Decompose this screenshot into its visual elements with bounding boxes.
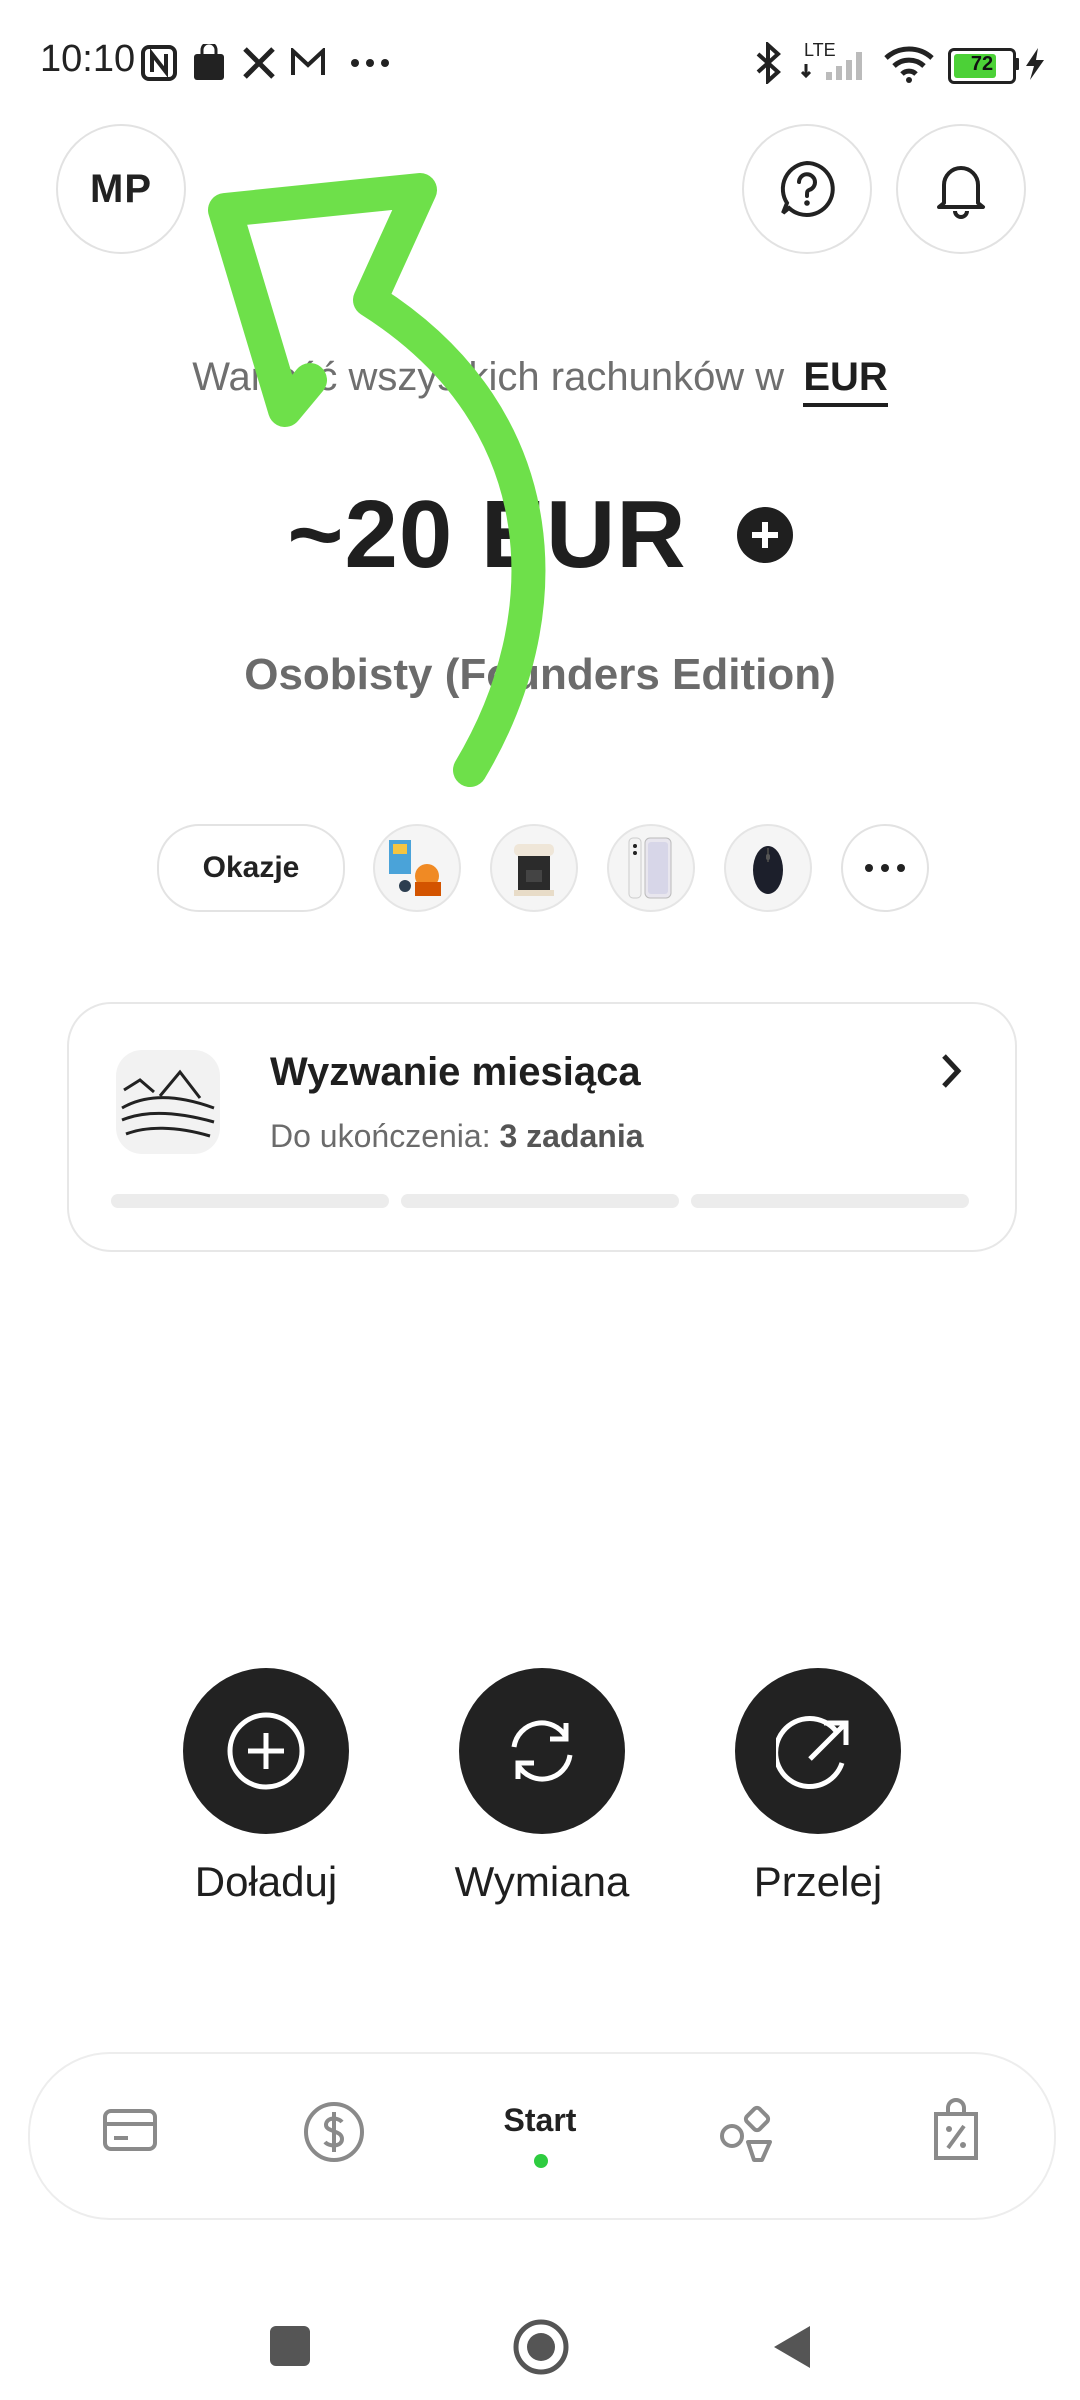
avatar-button[interactable]: MP	[56, 124, 186, 254]
status-time: 10:10	[40, 38, 136, 80]
transfer-button[interactable]	[735, 1668, 901, 1834]
more-icon	[351, 59, 389, 67]
coffee-machine-product[interactable]	[490, 824, 578, 912]
challenge-progress-segment	[691, 1194, 969, 1208]
total-value-label: Wartość wszystkich rachunków w EUR	[0, 355, 1080, 407]
offers-chip[interactable]: Okazje	[157, 824, 345, 912]
bell-icon	[937, 166, 985, 219]
avatar-initials: MP	[90, 166, 152, 211]
exchange-button[interactable]	[459, 1668, 625, 1834]
chevron-right-icon[interactable]	[938, 1052, 964, 1090]
challenge-title: Wyzwanie miesiąca	[270, 1050, 641, 1094]
transfer-label: Przelej	[753, 1858, 883, 1905]
balance-row: ~20 EUR	[0, 480, 1080, 590]
mail-icon	[291, 48, 325, 75]
shapes-icon[interactable]	[718, 2102, 778, 2164]
challenge-illustration	[116, 1050, 220, 1154]
dollar-icon[interactable]	[302, 2100, 366, 2164]
currency-selector[interactable]: EUR	[803, 355, 888, 407]
home-button[interactable]	[512, 2318, 570, 2376]
help-circle-icon	[780, 160, 835, 217]
challenge-progress-segment	[401, 1194, 679, 1208]
plus-circle-icon	[227, 1712, 305, 1790]
refresh-icon	[511, 1720, 573, 1782]
battery-icon: 72	[948, 48, 1016, 84]
challenge-progress-segment	[111, 1194, 389, 1208]
balance-amount: ~20 EUR	[287, 481, 687, 588]
more-icon	[865, 864, 905, 872]
mouse-product[interactable]	[724, 824, 812, 912]
discount-tag-icon[interactable]	[930, 2098, 982, 2164]
challenge-subtitle: Do ukończenia: 3 zadania	[270, 1118, 644, 1155]
send-icon	[776, 1716, 849, 1789]
help-button[interactable]	[742, 124, 872, 254]
x-icon	[243, 47, 275, 79]
charging-icon	[1026, 48, 1044, 80]
account-name[interactable]: Osobisty (Founders Edition)	[0, 650, 1080, 700]
smartphone-product[interactable]	[607, 824, 695, 912]
add-account-icon[interactable]	[736, 507, 793, 563]
notifications-button[interactable]	[896, 124, 1026, 254]
lego-product[interactable]	[373, 824, 461, 912]
wifi-icon	[884, 46, 934, 83]
card-icon[interactable]	[102, 2108, 158, 2152]
top-up-button[interactable]	[183, 1668, 349, 1834]
bluetooth-icon	[756, 42, 781, 84]
more-offers-button[interactable]	[841, 824, 929, 912]
battery-tip	[1014, 58, 1019, 70]
challenge-subtitle-value: 3 zadania	[499, 1118, 644, 1154]
total-value-text: Wartość wszystkich rachunków w	[192, 355, 785, 399]
top-up-label: Doładuj	[194, 1858, 338, 1905]
back-button[interactable]	[772, 2324, 812, 2370]
exchange-label: Wymiana	[454, 1858, 630, 1905]
shopping-bag-icon	[194, 44, 224, 80]
recents-button[interactable]	[270, 2326, 310, 2366]
nfc-icon	[141, 45, 177, 81]
active-indicator	[534, 2154, 548, 2168]
battery-level: 72	[970, 53, 994, 75]
challenge-subtitle-prefix: Do ukończenia:	[270, 1118, 491, 1154]
nav-start[interactable]: Start	[470, 2102, 610, 2139]
signal-icon	[800, 52, 862, 80]
